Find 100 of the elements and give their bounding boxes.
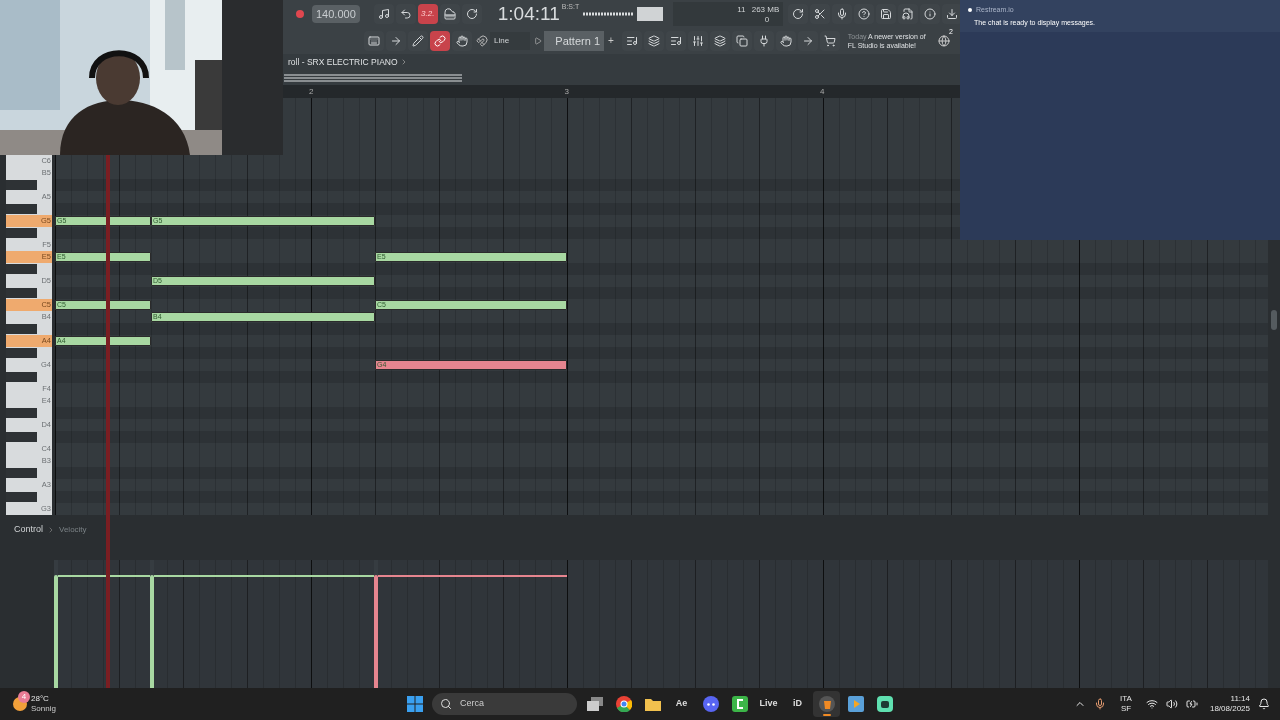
sharp-piano-key[interactable] [6, 203, 52, 215]
pattern-selector[interactable]: Pattern 1 [544, 30, 604, 51]
clock-time[interactable]: 11:14 [1230, 694, 1250, 704]
browser-icon [615, 696, 632, 712]
volume-icon[interactable] [1165, 698, 1178, 710]
sharp-piano-key[interactable] [6, 263, 52, 275]
play-icon[interactable] [534, 36, 542, 45]
sharp-piano-key[interactable] [6, 371, 52, 383]
taskbar-app-button[interactable]: Live [755, 691, 782, 717]
download-icon [946, 7, 959, 20]
taskbar-app-button[interactable]: iD [784, 691, 811, 717]
ruler-label: 3 [564, 86, 569, 98]
chat-app-icon [702, 696, 719, 712]
keyboard-icon [368, 34, 380, 47]
cut-button[interactable] [810, 3, 831, 24]
fruit-icon [818, 696, 835, 712]
search-field[interactable]: Cerca [432, 693, 577, 715]
save-button[interactable] [876, 3, 897, 24]
magnet-icon [476, 34, 488, 47]
plugin-button[interactable] [753, 30, 774, 51]
step-sequencer-button[interactable] [643, 30, 664, 51]
temperature: 28°C [31, 694, 50, 704]
microphone-icon [836, 7, 849, 20]
control-label[interactable]: Control [14, 523, 43, 537]
search-icon [440, 698, 452, 710]
memory-usage: 263 MB [751, 3, 780, 16]
sharp-piano-key[interactable] [6, 467, 52, 479]
tempo-display[interactable]: 140.000 [312, 4, 360, 23]
metronome-button[interactable] [373, 3, 394, 24]
sharp-piano-key[interactable] [6, 491, 52, 503]
scissors-icon [814, 7, 827, 20]
pattern-preview-icon [284, 73, 462, 82]
keyboard-button[interactable] [364, 30, 384, 51]
sliders-icon [691, 34, 704, 47]
typing-keyboard-button[interactable]: 3.2. [417, 3, 438, 24]
playlist-button[interactable] [621, 30, 642, 51]
layers-icon [647, 34, 660, 47]
sharp-piano-key[interactable] [6, 287, 52, 299]
pointer-icon [801, 34, 814, 47]
robot-app-icon [876, 696, 893, 712]
battery-icon[interactable] [1185, 698, 1198, 710]
sharp-piano-key[interactable] [6, 407, 52, 419]
stamp-button[interactable] [452, 30, 472, 51]
sharp-piano-key[interactable] [6, 323, 52, 335]
record-icon[interactable] [296, 9, 304, 18]
pencil-button[interactable] [408, 30, 428, 51]
taskbar-app-button[interactable]: Ae [668, 691, 695, 717]
playlist-icon [625, 34, 638, 47]
arrow-button[interactable] [386, 30, 406, 51]
sharp-piano-key[interactable] [6, 431, 52, 443]
chevron-icon[interactable] [47, 526, 55, 534]
download-button[interactable] [942, 3, 963, 24]
sharp-piano-key[interactable] [6, 227, 52, 239]
export-button[interactable] [898, 3, 919, 24]
notification-icon[interactable] [1258, 698, 1270, 710]
piano-icon [443, 7, 456, 20]
search-placeholder: Cerca [460, 697, 484, 711]
microphone-icon[interactable] [1094, 698, 1107, 710]
stack-icon [713, 34, 726, 47]
time-display: 1:04:11 [497, 4, 560, 23]
undo-button[interactable] [788, 3, 809, 24]
help-icon [858, 7, 871, 20]
help-button[interactable] [854, 3, 875, 24]
clipboard-button[interactable] [731, 30, 752, 51]
snap-selector[interactable]: Line [490, 31, 530, 50]
info-icon [924, 7, 937, 20]
undo-arrow-icon [399, 7, 412, 20]
record-audio-button[interactable] [832, 3, 853, 24]
notification-badge: 4 [18, 691, 30, 703]
hand-icon [456, 34, 468, 47]
sharp-piano-key[interactable] [6, 347, 52, 359]
loop-record-button[interactable] [461, 3, 482, 24]
copy-icon [735, 34, 748, 47]
save-icon [880, 7, 893, 20]
media-player-icon [847, 696, 864, 712]
globe-icon[interactable] [937, 34, 950, 47]
language-indicator[interactable]: ITA [1120, 694, 1132, 704]
step-edit-button[interactable] [439, 3, 460, 24]
refresh-icon [792, 7, 805, 20]
arrow-icon [390, 34, 402, 47]
weather-condition: Sonnig [31, 704, 56, 714]
tempo-button[interactable] [775, 30, 796, 51]
control-target[interactable]: Velocity [59, 524, 87, 536]
wait-button[interactable] [395, 3, 416, 24]
sharp-piano-key[interactable] [6, 179, 52, 191]
add-pattern-button[interactable]: + [606, 33, 616, 48]
mixer-button[interactable] [687, 30, 708, 51]
browser-button[interactable] [709, 30, 730, 51]
tools-button[interactable] [797, 30, 818, 51]
store-button[interactable] [819, 30, 840, 51]
wifi-icon[interactable] [1145, 698, 1158, 710]
polyphony-count: 11 [737, 3, 746, 16]
link-button[interactable] [430, 30, 450, 51]
clock-date[interactable]: 18/08/2025 [1209, 704, 1250, 714]
meter-display [637, 6, 664, 21]
scrollbar-thumb[interactable] [1271, 310, 1277, 330]
keyboard-layout[interactable]: SF [1120, 704, 1132, 714]
note-icon [377, 7, 390, 20]
info-button[interactable] [920, 3, 941, 24]
folder-icon [644, 697, 661, 711]
